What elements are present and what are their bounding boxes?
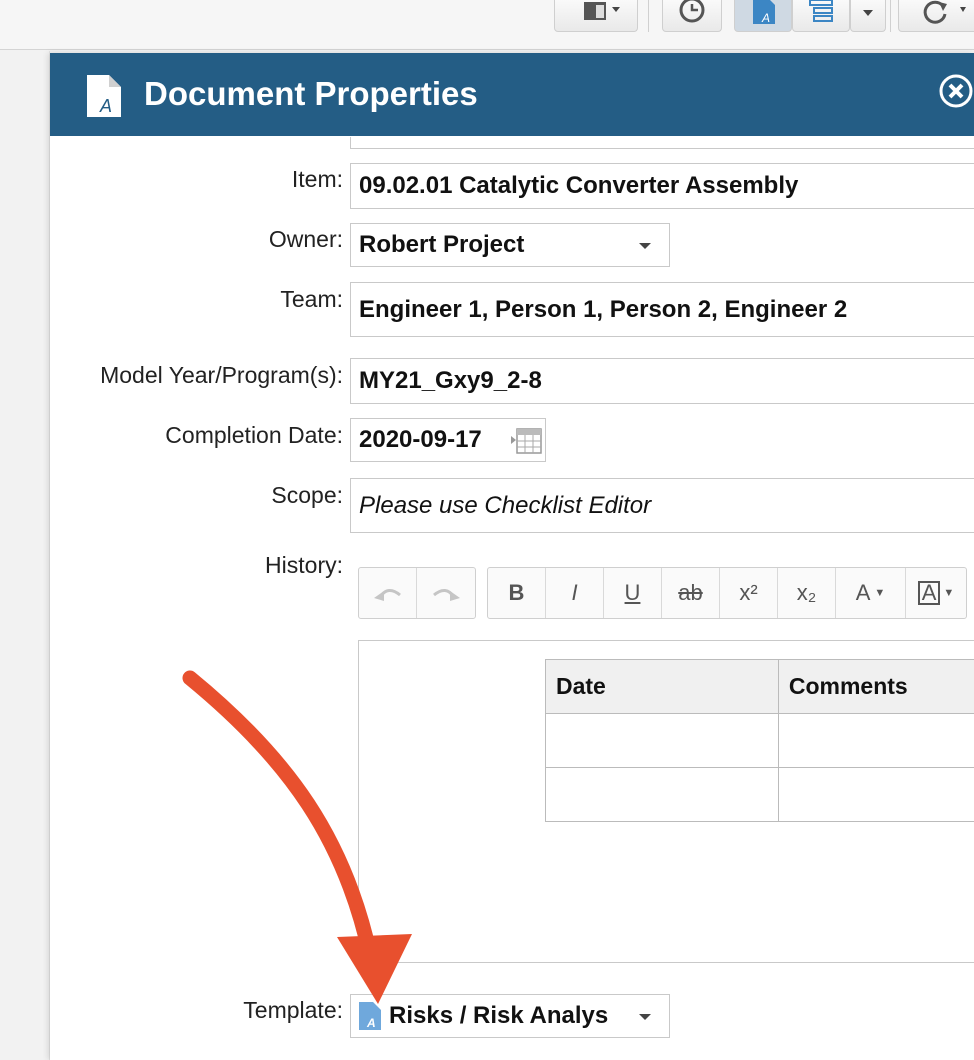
table-cell[interactable] [545,767,779,822]
svg-text:A: A [761,11,770,25]
owner-label: Owner: [268,226,343,252]
chevron-down-icon: ▼ [874,587,886,599]
top-toolbar: A [0,0,974,50]
underline-button[interactable]: U [604,568,662,618]
team-field[interactable]: Engineer 1, Person 1, Person 2, Engineer… [350,282,974,337]
italic-icon: I [571,580,578,605]
model-year-label: Model Year/Program(s): [100,362,343,388]
history-label: History: [265,552,343,578]
column-header-date: Date [545,659,779,714]
history-undo-redo-group [358,567,476,619]
layout-icon [584,1,620,20]
team-value: Engineer 1, Person 1, Person 2, Engineer… [359,295,848,323]
scope-value: Please use Checklist Editor [359,491,652,519]
completion-date-field[interactable]: 2020-09-17 [350,418,546,462]
history-editor[interactable]: Date Comments [358,640,974,963]
bold-icon: B [508,580,525,605]
owner-value: Robert Project [359,231,525,258]
scope-label: Scope: [271,482,343,508]
document-view-button[interactable]: A [734,0,792,32]
team-label: Team: [280,286,343,312]
table-row [545,713,974,768]
font-color-icon: A [855,580,871,605]
tree-view-button[interactable] [792,0,850,32]
undo-button[interactable] [359,568,417,618]
left-panel [0,51,50,1060]
table-cell[interactable] [777,713,974,768]
scope-field[interactable]: Please use Checklist Editor [350,478,974,533]
svg-text:A: A [366,1016,376,1030]
refresh-icon [923,0,966,24]
close-circle-icon[interactable] [938,73,974,109]
redo-button[interactable] [417,568,475,618]
subscript-icon: x₂ [796,580,817,605]
history-clock-icon [679,0,705,22]
underline-icon: U [624,580,641,605]
column-header-comments: Comments [777,659,974,714]
document-a-icon: A [87,75,121,117]
table-cell[interactable] [777,767,974,822]
refresh-button[interactable] [898,0,974,32]
model-year-field[interactable]: MY21_Gxy9_2-8 [350,358,974,404]
dialog-header: A Document Properties [50,53,974,136]
subscript-button[interactable]: x₂ [778,568,836,618]
chevron-down-icon [639,243,651,249]
previous-field-edge [350,137,974,149]
owner-dropdown[interactable]: Robert Project [350,223,670,267]
font-color-button[interactable]: A ▼ [836,568,906,618]
completion-date-label: Completion Date: [165,422,343,448]
item-field[interactable]: 09.02.01 Catalytic Converter Assembly [350,163,974,209]
undo-icon [373,589,401,601]
history-table: Date Comments [545,659,974,822]
chevron-down-icon [639,1014,651,1020]
history-button[interactable] [662,0,722,32]
svg-text:A: A [99,96,112,116]
strikethrough-icon: ab [678,580,703,605]
layout-button[interactable] [554,0,638,32]
dialog-title: Document Properties [144,75,478,112]
template-dropdown[interactable]: A Risks / Risk Analys [350,994,670,1038]
document-properties-dialog: A Document Properties Item: 09.02.01 Cat… [50,53,974,1060]
template-value: Risks / Risk Analys [389,1002,609,1029]
tree-list-icon [809,0,833,22]
table-cell[interactable] [545,713,779,768]
table-row [545,767,974,822]
document-a-icon: A [359,1002,381,1030]
item-label: Item: [291,166,343,192]
background-color-icon: A [917,581,941,605]
view-menu-dropdown[interactable] [850,0,886,32]
model-year-value: MY21_Gxy9_2-8 [359,367,542,394]
italic-button[interactable]: I [546,568,604,618]
strikethrough-button[interactable]: ab [662,568,720,618]
item-value: 09.02.01 Catalytic Converter Assembly [359,172,799,199]
superscript-button[interactable]: x² [720,568,778,618]
document-a-icon: A [753,0,775,25]
completion-date-value: 2020-09-17 [359,426,482,453]
background-color-button[interactable]: A ▼ [906,568,966,618]
chevron-down-icon [863,9,873,16]
bold-button[interactable]: B [488,568,546,618]
redo-icon [433,589,460,601]
chevron-down-icon: ▼ [943,587,955,599]
calendar-icon[interactable] [511,426,543,456]
superscript-icon: x² [739,580,758,605]
history-format-group: B I U ab x² x₂ A ▼ A ▼ [487,567,967,619]
template-label: Template: [243,997,343,1023]
